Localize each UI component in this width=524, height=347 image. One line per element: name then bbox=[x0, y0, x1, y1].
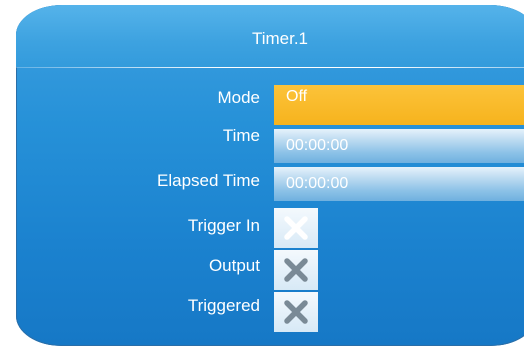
time-value: 00:00:00 bbox=[286, 137, 349, 154]
cross-icon bbox=[284, 258, 308, 282]
mode-field[interactable]: Off bbox=[274, 85, 524, 125]
triggered-label: Triggered bbox=[187, 296, 260, 315]
elapsed-time-field[interactable]: 00:00:00 bbox=[274, 167, 524, 201]
title-divider bbox=[16, 67, 524, 68]
time-field[interactable]: 00:00:00 bbox=[274, 129, 524, 163]
cross-icon bbox=[284, 216, 308, 240]
page-title: Timer.1 bbox=[251, 29, 309, 48]
timer-panel: Timer.1 Mode Off Time 00:00:00 Elapsed T… bbox=[16, 5, 524, 346]
mode-value: Off bbox=[286, 88, 308, 105]
trigger-in-label: Trigger In bbox=[187, 216, 260, 235]
elapsed-time-label: Elapsed Time bbox=[157, 171, 260, 190]
triggered-checkbox[interactable] bbox=[274, 292, 318, 332]
mode-label: Mode bbox=[217, 88, 260, 107]
title-bar: Timer.1 bbox=[16, 5, 524, 67]
cross-icon bbox=[284, 300, 308, 324]
elapsed-time-value: 00:00:00 bbox=[286, 175, 349, 192]
time-label: Time bbox=[222, 126, 260, 145]
output-checkbox[interactable] bbox=[274, 250, 318, 290]
trigger-in-checkbox[interactable] bbox=[274, 208, 318, 248]
output-label: Output bbox=[208, 256, 260, 275]
